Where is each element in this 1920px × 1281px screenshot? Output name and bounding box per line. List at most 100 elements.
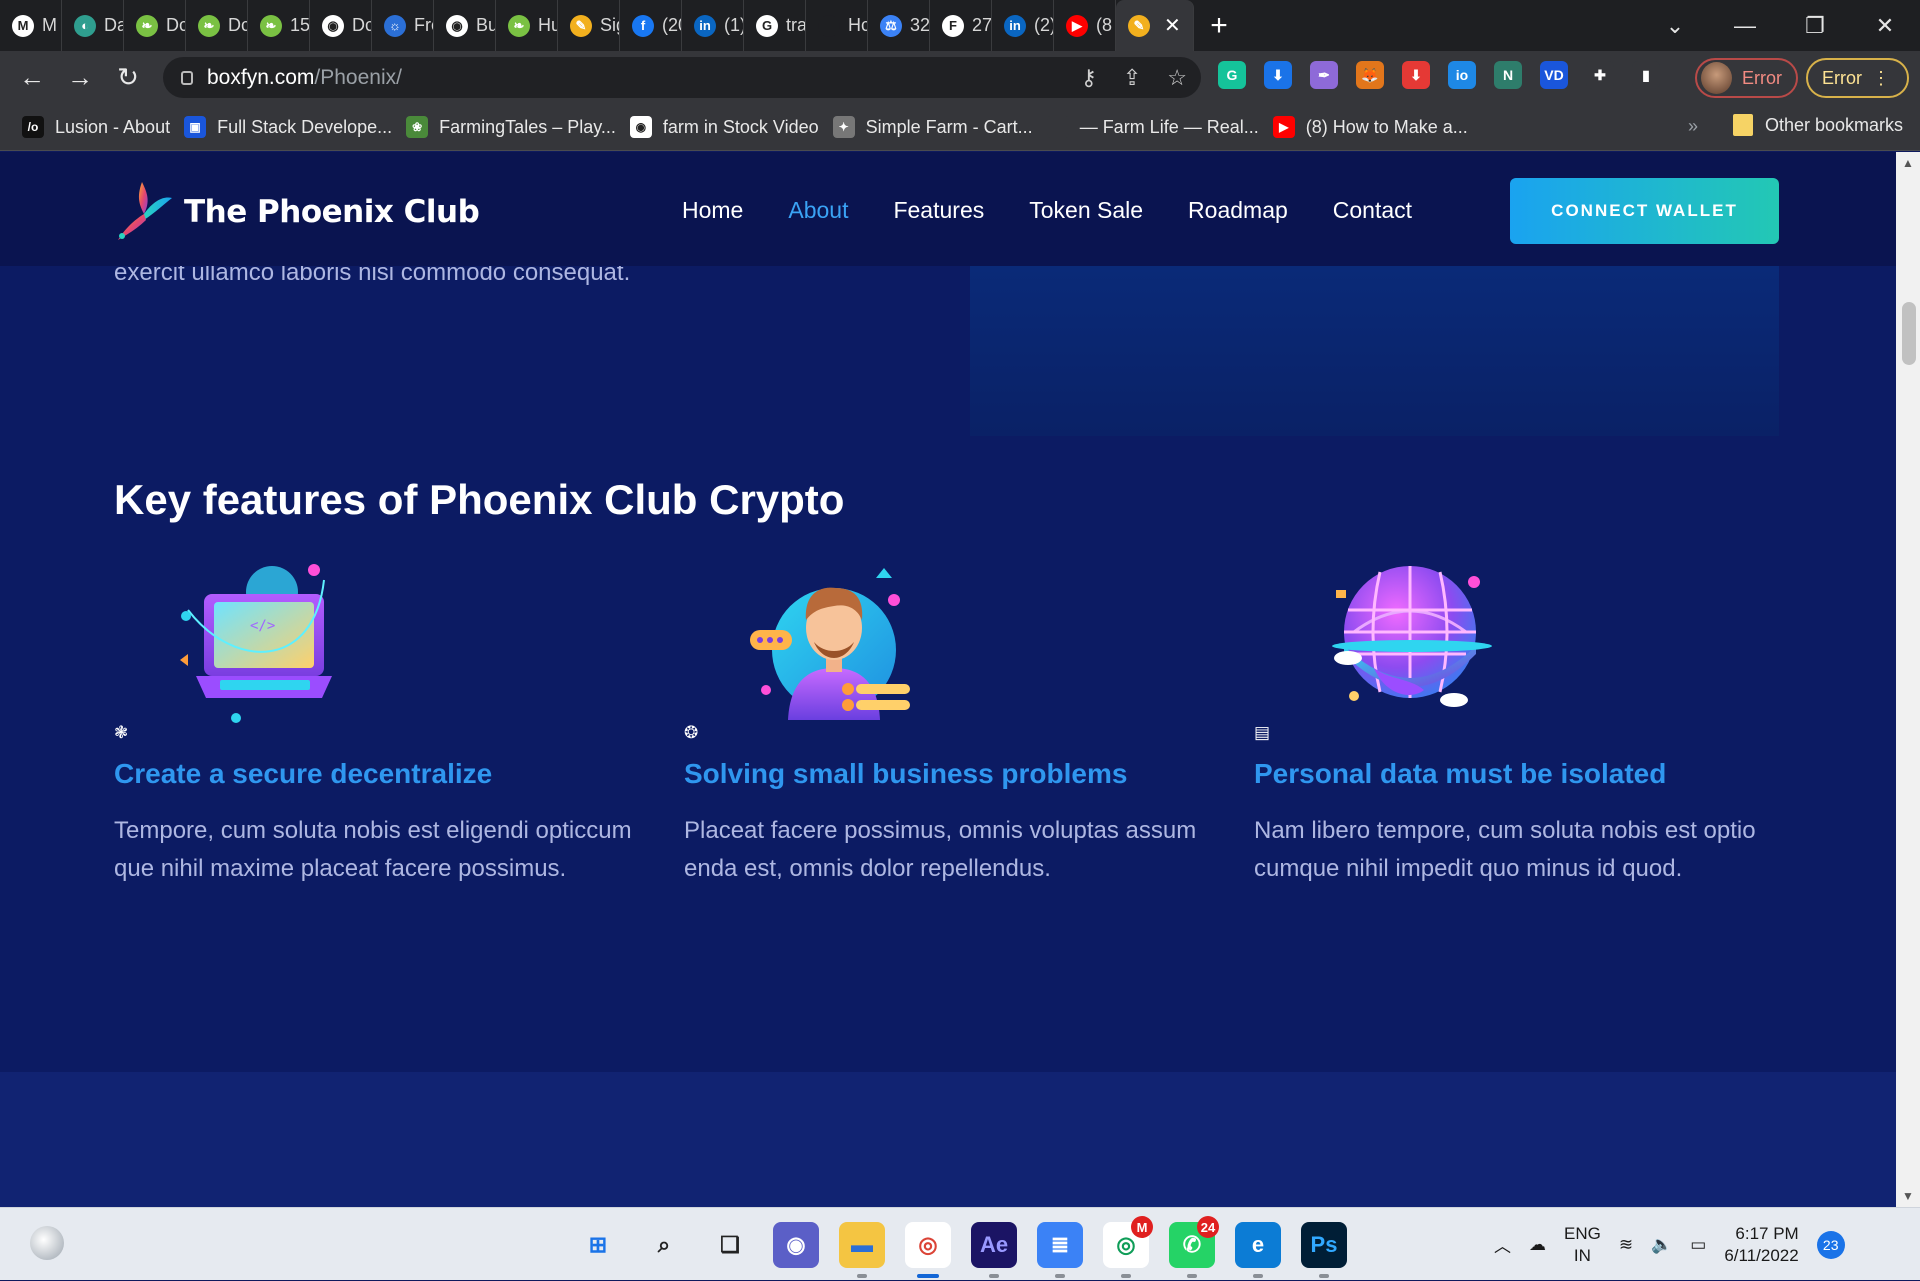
nav-link-home[interactable]: Home: [682, 197, 743, 224]
browser-tab[interactable]: ◉ Dc: [310, 0, 372, 51]
browser-tab[interactable]: ✎ Sig: [558, 0, 620, 51]
bookmark-item[interactable]: /o Lusion - About: [22, 116, 170, 138]
browser-tab[interactable]: ❧ Dc: [124, 0, 186, 51]
active-tab[interactable]: ✎ ✕: [1116, 0, 1194, 51]
browser-tab[interactable]: ⚖ 32: [868, 0, 930, 51]
task-view-icon[interactable]: ❏: [707, 1222, 753, 1268]
scroll-up-arrow[interactable]: ▲: [1896, 156, 1920, 170]
file-explorer-icon[interactable]: ▬: [839, 1222, 885, 1278]
new-tab-button[interactable]: +: [1194, 9, 1244, 43]
edge-icon[interactable]: e: [1235, 1222, 1281, 1278]
volume-icon[interactable]: 🔈: [1651, 1235, 1672, 1255]
browser-tab[interactable]: in (2): [992, 0, 1054, 51]
running-indicator: [1253, 1274, 1263, 1278]
reload-button[interactable]: ↻: [104, 62, 152, 93]
tab-title: Da: [104, 15, 123, 35]
browser-tab[interactable]: MM: [0, 0, 62, 51]
profile-button[interactable]: Error: [1695, 58, 1798, 98]
bookmark-list: /o Lusion - About ▣ Full Stack Develope... ❀…: [22, 116, 1482, 138]
bookmark-item[interactable]: ✦ Simple Farm - Cart...: [832, 116, 1033, 138]
photoshop-icon[interactable]: Ps: [1301, 1222, 1347, 1278]
browser-tab[interactable]: ◉ Bu: [434, 0, 496, 51]
lock-icon[interactable]: [181, 70, 193, 85]
search-icon[interactable]: ⌕: [641, 1222, 687, 1268]
browser-tab[interactable]: ❧ Hu: [496, 0, 558, 51]
browser-tab[interactable]: ☼ Fre: [372, 0, 434, 51]
taskbar-apps: ⊞ ⌕ ❏ ◉ ▬ ◎ Ae ≣ ◎ M ✆ 24 e Ps: [575, 1216, 1347, 1278]
sidepanel-icon[interactable]: ▮: [1632, 61, 1660, 89]
bookmark-item[interactable]: ❀ FarmingTales – Play...: [406, 116, 616, 138]
wifi-icon[interactable]: ≋: [1619, 1235, 1633, 1255]
bookmark-item[interactable]: ▶ (8) How to Make a...: [1272, 116, 1468, 138]
omnibox-actions: ⚷ ⇪ ☆: [1081, 65, 1187, 91]
app-glyph: ⊞: [588, 1232, 608, 1257]
share-icon[interactable]: ⇪: [1123, 65, 1141, 91]
language-indicator[interactable]: ENG IN: [1564, 1223, 1601, 1267]
after-effects-icon[interactable]: Ae: [971, 1222, 1017, 1278]
nav-link-features[interactable]: Features: [893, 197, 984, 224]
scrollbar-thumb[interactable]: [1902, 302, 1916, 365]
notification-badge[interactable]: 23: [1816, 1230, 1845, 1259]
notepad-icon[interactable]: ≣: [1037, 1222, 1083, 1278]
close-tab-icon[interactable]: ✕: [1164, 13, 1181, 38]
feature-description: Placeat facere possimus, omnis voluptas …: [684, 817, 1197, 882]
puzzle-icon[interactable]: ✚: [1586, 61, 1614, 89]
io-icon[interactable]: io: [1448, 61, 1476, 89]
restore-button[interactable]: ❐: [1780, 13, 1850, 39]
feather-icon[interactable]: ✒: [1310, 61, 1338, 89]
update-error-button[interactable]: Error ⋮: [1806, 58, 1909, 98]
chevron-up-icon[interactable]: ︿: [1494, 1232, 1511, 1257]
scroll-down-arrow[interactable]: ▼: [1896, 1189, 1920, 1203]
site-logo[interactable]: The Phoenix Club: [114, 180, 480, 244]
forward-button[interactable]: →: [56, 62, 104, 93]
more-bookmarks-button[interactable]: »: [1688, 116, 1698, 137]
browser-tab[interactable]: ❧ 15: [248, 0, 310, 51]
minimize-button[interactable]: —: [1710, 13, 1780, 39]
nav-link-token-sale[interactable]: Token Sale: [1029, 197, 1143, 224]
downloader-icon[interactable]: ⬇: [1402, 61, 1430, 89]
close-window-button[interactable]: ✕: [1850, 13, 1920, 39]
battery-icon[interactable]: ▭: [1690, 1235, 1706, 1255]
n-icon[interactable]: N: [1494, 61, 1522, 89]
nav-link-contact[interactable]: Contact: [1333, 197, 1412, 224]
bookmark-item[interactable]: ▣ Full Stack Develope...: [184, 116, 392, 138]
address-bar[interactable]: boxfyn.com/Phoenix/ ⚷ ⇪ ☆: [163, 57, 1201, 98]
browser-tab[interactable]: f (20: [620, 0, 682, 51]
tab-favicon-icon: ◉: [446, 14, 468, 37]
weather-widget-icon[interactable]: [30, 1226, 64, 1260]
download-icon[interactable]: ⬇: [1264, 61, 1292, 89]
bookmark-item[interactable]: ◉ farm in Stock Video: [629, 116, 819, 138]
nav-link-about[interactable]: About: [788, 197, 848, 224]
nav-link-roadmap[interactable]: Roadmap: [1188, 197, 1288, 224]
other-bookmarks-folder[interactable]: Other bookmarks: [1733, 114, 1903, 136]
browser-tab[interactable]: F 27: [930, 0, 992, 51]
browser-tab[interactable]: ◐ Da: [62, 0, 124, 51]
browser-tab[interactable]: in (1): [682, 0, 744, 51]
page-scrollbar[interactable]: ▲ ▼: [1896, 152, 1920, 1207]
url-text[interactable]: boxfyn.com/Phoenix/: [207, 66, 402, 90]
tab-search-icon[interactable]: ⌄: [1640, 13, 1710, 39]
vd-icon[interactable]: VD: [1540, 61, 1568, 89]
chrome-icon[interactable]: ◎: [905, 1222, 951, 1278]
start-icon[interactable]: ⊞: [575, 1222, 621, 1268]
bookmark-item[interactable]: — Farm Life — Real...: [1046, 116, 1259, 138]
chat-icon[interactable]: ◉: [773, 1222, 819, 1268]
back-button[interactable]: ←: [8, 62, 56, 93]
metamask-icon[interactable]: 🦊: [1356, 61, 1384, 89]
clock[interactable]: 6:17 PM 6/11/2022: [1724, 1223, 1798, 1267]
browser-tab[interactable]: Hc: [806, 0, 868, 51]
section-title: Key features of Phoenix Club Crypto: [114, 476, 845, 523]
browser-tab[interactable]: Gtra: [744, 0, 806, 51]
bookmark-favicon-icon: ❀: [406, 116, 429, 138]
key-icon[interactable]: ⚷: [1081, 65, 1097, 91]
tab-title: Fre: [414, 15, 433, 35]
browser-tab[interactable]: ❧ Dc: [186, 0, 248, 51]
whatsapp-icon[interactable]: ✆ 24: [1169, 1216, 1219, 1278]
connect-wallet-button[interactable]: CONNECT WALLET: [1510, 178, 1779, 244]
chrome-profile-icon[interactable]: ◎ M: [1103, 1216, 1153, 1278]
onedrive-icon[interactable]: ☁: [1529, 1235, 1546, 1255]
star-icon[interactable]: ☆: [1167, 65, 1187, 91]
next-section-band: [0, 1072, 1896, 1207]
browser-tab[interactable]: ▶ (8: [1054, 0, 1116, 51]
grammarly-icon[interactable]: G: [1218, 61, 1246, 89]
